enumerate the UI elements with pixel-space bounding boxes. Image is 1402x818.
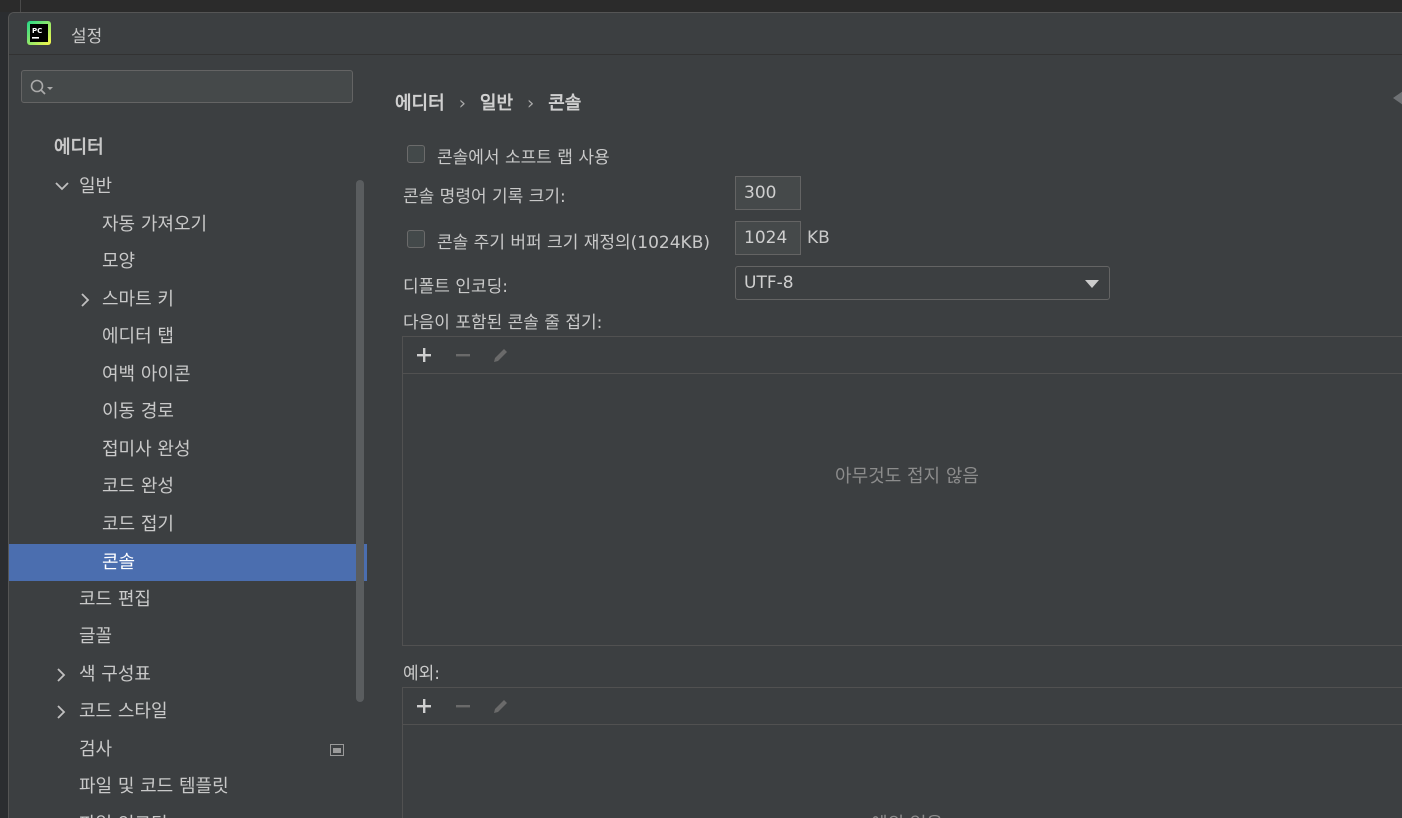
settings-sidebar: 에디터 일반 자동 가져오기 모양 스마트 키 에디터 탭 여백 아이콘 이동 … — [9, 55, 367, 818]
buffer-unit-label: KB — [807, 228, 830, 248]
sidebar-item-inspections[interactable]: 검사 — [9, 731, 367, 768]
default-encoding-label: 디폴트 인코딩: — [403, 277, 508, 297]
minus-icon[interactable] — [454, 697, 472, 715]
sidebar-item-postfix-completion[interactable]: 접미사 완성 — [9, 431, 367, 468]
sidebar-item-font[interactable]: 글꼴 — [9, 618, 367, 655]
fold-lines-toolbar — [403, 337, 1402, 374]
dialog-title: 설정 — [71, 27, 103, 47]
settings-search-input[interactable] — [21, 70, 353, 103]
sidebar-item-appearance[interactable]: 모양 — [9, 243, 367, 280]
background-window-strip — [0, 0, 1402, 12]
breadcrumb: 에디터 › 일반 › 콘솔 — [395, 93, 582, 114]
search-icon — [30, 79, 53, 95]
chevron-down-icon — [55, 182, 69, 191]
fold-lines-list: 아무것도 접지 않음 — [402, 336, 1402, 646]
back-arrow-icon[interactable] — [1393, 91, 1402, 105]
sidebar-item-general[interactable]: 일반 — [9, 168, 367, 205]
sidebar-scrollbar[interactable] — [356, 180, 364, 702]
pencil-icon[interactable] — [492, 697, 510, 715]
settings-dialog: PC 설정 에디터 일반 자동 가져오기 모양 스마트 키 에디터 탭 여백 아… — [8, 12, 1402, 818]
svg-text:PC: PC — [32, 27, 42, 35]
default-encoding-dropdown[interactable]: UTF-8 — [735, 266, 1110, 300]
plus-icon[interactable] — [415, 697, 433, 715]
sidebar-item-gutter-icons[interactable]: 여백 아이콘 — [9, 356, 367, 393]
sidebar-item-breadcrumbs[interactable]: 이동 경로 — [9, 393, 367, 430]
fold-lines-empty-text: 아무것도 접지 않음 — [835, 466, 979, 487]
sidebar-item-color-scheme[interactable]: 색 구성표 — [9, 656, 367, 693]
minus-icon[interactable] — [454, 346, 472, 364]
sidebar-item-file-encodings[interactable]: 파일 인코딩 — [9, 806, 367, 818]
pycharm-icon: PC — [27, 21, 51, 45]
buffer-override-label: 콘솔 주기 버퍼 크기 재정의(1024KB) — [437, 233, 710, 253]
project-scope-icon — [330, 744, 344, 756]
sidebar-item-auto-import[interactable]: 자동 가져오기 — [9, 206, 367, 243]
pencil-icon[interactable] — [492, 346, 510, 364]
fold-lines-label: 다음이 포함된 콘솔 줄 접기: — [403, 313, 603, 333]
dropdown-arrow-icon — [1085, 280, 1099, 288]
history-size-field[interactable]: 300 — [735, 176, 801, 210]
sidebar-item-console[interactable]: 콘솔 — [9, 544, 367, 581]
plus-icon[interactable] — [415, 346, 433, 364]
title-bar: PC 설정 — [9, 13, 1402, 55]
exceptions-toolbar — [403, 688, 1402, 725]
breadcrumb-editor[interactable]: 에디터 — [395, 93, 445, 114]
sidebar-item-smart-keys[interactable]: 스마트 키 — [9, 281, 367, 318]
breadcrumb-general[interactable]: 일반 — [480, 93, 513, 114]
sidebar-item-code-style[interactable]: 코드 스타일 — [9, 693, 367, 730]
soft-wrap-checkbox[interactable] — [407, 145, 425, 163]
sidebar-item-code-completion[interactable]: 코드 완성 — [9, 468, 367, 505]
sidebar-item-file-templates[interactable]: 파일 및 코드 템플릿 — [9, 768, 367, 805]
default-encoding-value: UTF-8 — [744, 273, 794, 293]
sidebar-item-editor[interactable]: 에디터 — [9, 129, 367, 166]
breadcrumb-console: 콘솔 — [548, 93, 582, 114]
settings-content: 에디터 › 일반 › 콘솔 콘솔에서 소프트 랩 사용 콘솔 명령어 기록 크기: 30… — [367, 55, 1402, 818]
chevron-right-icon — [57, 668, 66, 682]
chevron-right-icon — [81, 293, 90, 307]
buffer-size-field[interactable]: 1024 — [735, 221, 801, 255]
exceptions-list: 예외 없음 — [402, 687, 1402, 818]
sidebar-item-editor-tabs[interactable]: 에디터 탭 — [9, 318, 367, 355]
history-size-label: 콘솔 명령어 기록 크기: — [403, 187, 566, 207]
soft-wrap-label: 콘솔에서 소프트 랩 사용 — [437, 148, 610, 168]
chevron-right-icon — [57, 705, 66, 719]
sidebar-item-code-folding[interactable]: 코드 접기 — [9, 506, 367, 543]
exceptions-label: 예외: — [403, 664, 441, 684]
buffer-override-checkbox[interactable] — [407, 230, 425, 248]
sidebar-item-code-editing[interactable]: 코드 편집 — [9, 581, 367, 618]
